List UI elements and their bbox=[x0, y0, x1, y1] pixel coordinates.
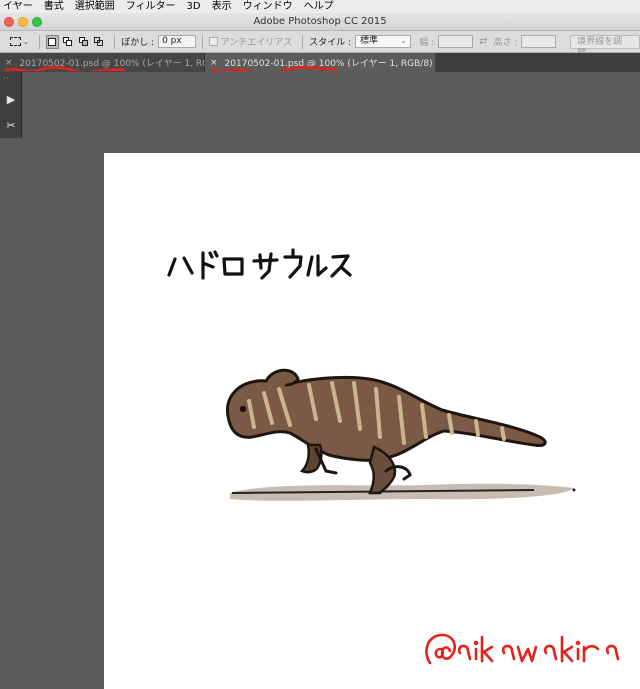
subtract-selection-icon bbox=[78, 36, 89, 47]
title-bar: Adobe Photoshop CC 2015 bbox=[0, 13, 640, 31]
swap-dimensions-icon[interactable]: ⇄ bbox=[479, 36, 487, 47]
menu-select[interactable]: 選択範囲 bbox=[72, 0, 123, 13]
options-bar: ⌄ ぼかし : 0 px アンチエイリアス スタイル : 標準 ⌄ 幅 : ⇄ … bbox=[0, 31, 640, 59]
panel-grip-icon[interactable]: ‹‹ bbox=[3, 75, 10, 82]
handwritten-title bbox=[167, 248, 352, 280]
red-underline-annotation bbox=[4, 66, 126, 71]
signature-annotation bbox=[425, 633, 620, 665]
canvas-artwork bbox=[167, 248, 620, 665]
menu-filter[interactable]: フィルター bbox=[123, 0, 184, 13]
chevron-down-icon: ⌄ bbox=[23, 37, 29, 46]
style-select[interactable]: 標準 ⌄ bbox=[355, 35, 412, 48]
tool-preset-picker[interactable]: ⌄ bbox=[10, 34, 33, 50]
feather-input[interactable]: 0 px bbox=[158, 35, 197, 48]
photoshop-window: イヤー 書式 選択範囲 フィルター 3D 表示 ウィンドウ ヘルプ Adobe … bbox=[0, 0, 640, 689]
hadrosaurus-illustration bbox=[226, 368, 547, 495]
style-label: スタイル : bbox=[309, 38, 352, 48]
intersect-selection-button[interactable] bbox=[93, 35, 106, 49]
tools-panel: ‹‹ ▶ ✂ bbox=[0, 72, 22, 138]
separator bbox=[39, 34, 41, 49]
refine-edge-button[interactable]: 境界線を調整... bbox=[570, 34, 640, 59]
menu-type[interactable]: 書式 bbox=[41, 0, 72, 13]
separator bbox=[302, 34, 304, 49]
play-icon[interactable]: ▶ bbox=[3, 91, 19, 107]
menu-layer[interactable]: イヤー bbox=[0, 0, 41, 13]
new-selection-button[interactable] bbox=[46, 34, 59, 49]
separator bbox=[114, 34, 116, 49]
separator bbox=[202, 34, 204, 49]
rectangular-marquee-icon bbox=[10, 37, 21, 46]
style-select-value: 標準 bbox=[360, 36, 379, 46]
menu-bar: イヤー 書式 選択範囲 フィルター 3D 表示 ウィンドウ ヘルプ bbox=[0, 0, 640, 13]
height-input[interactable] bbox=[521, 35, 557, 48]
crop-tools-icon[interactable]: ✂ bbox=[3, 117, 19, 133]
subtract-from-selection-button[interactable] bbox=[77, 35, 90, 49]
antialias-label: アンチエイリアス bbox=[220, 38, 293, 48]
height-label: 高さ : bbox=[493, 38, 518, 48]
document-canvas[interactable] bbox=[104, 153, 640, 689]
chevron-down-icon: ⌄ bbox=[400, 37, 407, 45]
feather-label: ぼかし : bbox=[121, 38, 155, 48]
width-input[interactable] bbox=[438, 35, 474, 48]
menu-3d[interactable]: 3D bbox=[184, 0, 209, 13]
menu-window[interactable]: ウィンドウ bbox=[240, 0, 301, 13]
red-underline-annotation bbox=[211, 66, 339, 71]
add-to-selection-button[interactable] bbox=[62, 35, 75, 49]
intersect-selection-icon bbox=[94, 36, 104, 47]
antialias-checkbox[interactable] bbox=[209, 37, 218, 46]
menu-view[interactable]: 表示 bbox=[209, 0, 240, 13]
window-title: Adobe Photoshop CC 2015 bbox=[253, 16, 387, 27]
menu-help[interactable]: ヘルプ bbox=[301, 0, 342, 13]
new-selection-icon bbox=[48, 37, 57, 46]
add-selection-icon bbox=[63, 36, 73, 47]
width-label: 幅 : bbox=[419, 38, 435, 48]
ground-dot bbox=[572, 488, 576, 492]
